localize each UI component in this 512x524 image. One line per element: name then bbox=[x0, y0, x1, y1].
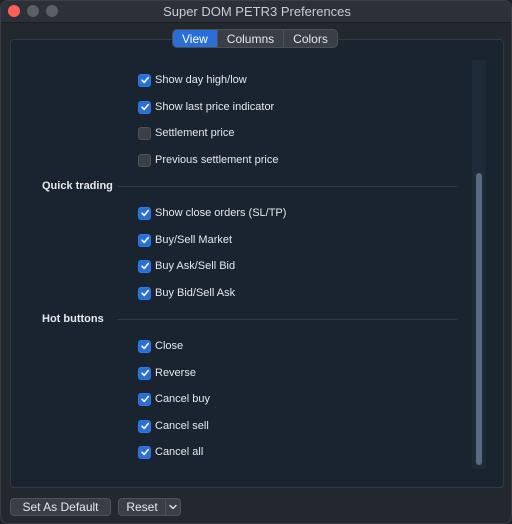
option-label: Reverse bbox=[155, 367, 196, 379]
option-show-close-orders[interactable]: Show close orders (SL/TP) bbox=[138, 205, 286, 221]
option-buy-bid-sell-ask[interactable]: Buy Bid/Sell Ask bbox=[138, 285, 235, 301]
reset-options-dropdown[interactable] bbox=[165, 498, 181, 516]
section-title-quick-trading: Quick trading bbox=[42, 180, 113, 192]
tab-view[interactable]: View bbox=[173, 30, 218, 47]
section-divider bbox=[117, 186, 457, 187]
checkbox-unchecked-icon[interactable] bbox=[138, 126, 151, 140]
tab-colors[interactable]: Colors bbox=[284, 30, 337, 47]
option-label: Buy Ask/Sell Bid bbox=[155, 260, 236, 272]
option-show-last-price-indicator[interactable]: Show last price indicator bbox=[138, 99, 274, 115]
checkbox-checked-icon[interactable] bbox=[138, 445, 151, 459]
option-buy-sell-market[interactable]: Buy/Sell Market bbox=[138, 232, 232, 248]
checkbox-checked-icon[interactable] bbox=[138, 206, 151, 220]
checkbox-checked-icon[interactable] bbox=[138, 286, 151, 300]
option-cancel-all[interactable]: Cancel all bbox=[138, 444, 203, 460]
option-label: Cancel all bbox=[155, 446, 204, 458]
chevron-down-icon bbox=[169, 504, 177, 510]
option-label: Show day high/low bbox=[155, 74, 247, 86]
section-divider bbox=[117, 319, 457, 320]
option-cancel-sell[interactable]: Cancel sell bbox=[138, 418, 209, 434]
option-label: Previous settlement price bbox=[155, 154, 279, 166]
option-reverse[interactable]: Reverse bbox=[138, 365, 196, 381]
footer-bar: Set As Default Reset bbox=[1, 496, 511, 523]
scrollbar-thumb[interactable] bbox=[476, 173, 482, 465]
option-previous-settlement-price[interactable]: Previous settlement price bbox=[138, 152, 279, 168]
set-as-default-button[interactable]: Set As Default bbox=[10, 498, 111, 516]
option-label: Buy Bid/Sell Ask bbox=[155, 287, 236, 299]
tab-bar: View Columns Colors bbox=[172, 29, 338, 48]
checkbox-checked-icon[interactable] bbox=[138, 259, 151, 273]
checkbox-checked-icon[interactable] bbox=[138, 392, 151, 406]
option-label: Show last price indicator bbox=[155, 101, 275, 113]
tab-columns[interactable]: Columns bbox=[218, 30, 285, 47]
option-close[interactable]: Close bbox=[138, 338, 183, 354]
window-title: Super DOM PETR3 Preferences bbox=[163, 4, 351, 19]
checkbox-checked-icon[interactable] bbox=[138, 366, 151, 380]
checkbox-checked-icon[interactable] bbox=[138, 73, 151, 87]
checkbox-checked-icon[interactable] bbox=[138, 233, 151, 247]
option-buy-ask-sell-bid[interactable]: Buy Ask/Sell Bid bbox=[138, 258, 235, 274]
option-label: Show close orders (SL/TP) bbox=[155, 207, 287, 219]
option-show-day-high-low[interactable]: Show day high/low bbox=[138, 72, 247, 88]
option-label: Cancel buy bbox=[155, 393, 211, 405]
option-label: Cancel sell bbox=[155, 420, 209, 432]
option-settlement-price[interactable]: Settlement price bbox=[138, 125, 234, 141]
option-label: Settlement price bbox=[155, 127, 235, 139]
checkbox-checked-icon[interactable] bbox=[138, 419, 151, 433]
preferences-window: Super DOM PETR3 Preferences View Columns… bbox=[0, 0, 512, 524]
settings-list[interactable]: Show day high/low Show last price indica… bbox=[13, 57, 463, 472]
option-cancel-buy[interactable]: Cancel buy bbox=[138, 391, 210, 407]
checkbox-checked-icon[interactable] bbox=[138, 100, 151, 114]
checkbox-checked-icon[interactable] bbox=[138, 339, 151, 353]
title-bar: Super DOM PETR3 Preferences bbox=[1, 1, 511, 23]
section-title-hot-buttons: Hot buttons bbox=[42, 313, 104, 325]
option-label: Close bbox=[155, 340, 184, 352]
option-label: Buy/Sell Market bbox=[155, 234, 233, 246]
reset-button[interactable]: Reset bbox=[118, 498, 166, 516]
checkbox-unchecked-icon[interactable] bbox=[138, 153, 151, 167]
